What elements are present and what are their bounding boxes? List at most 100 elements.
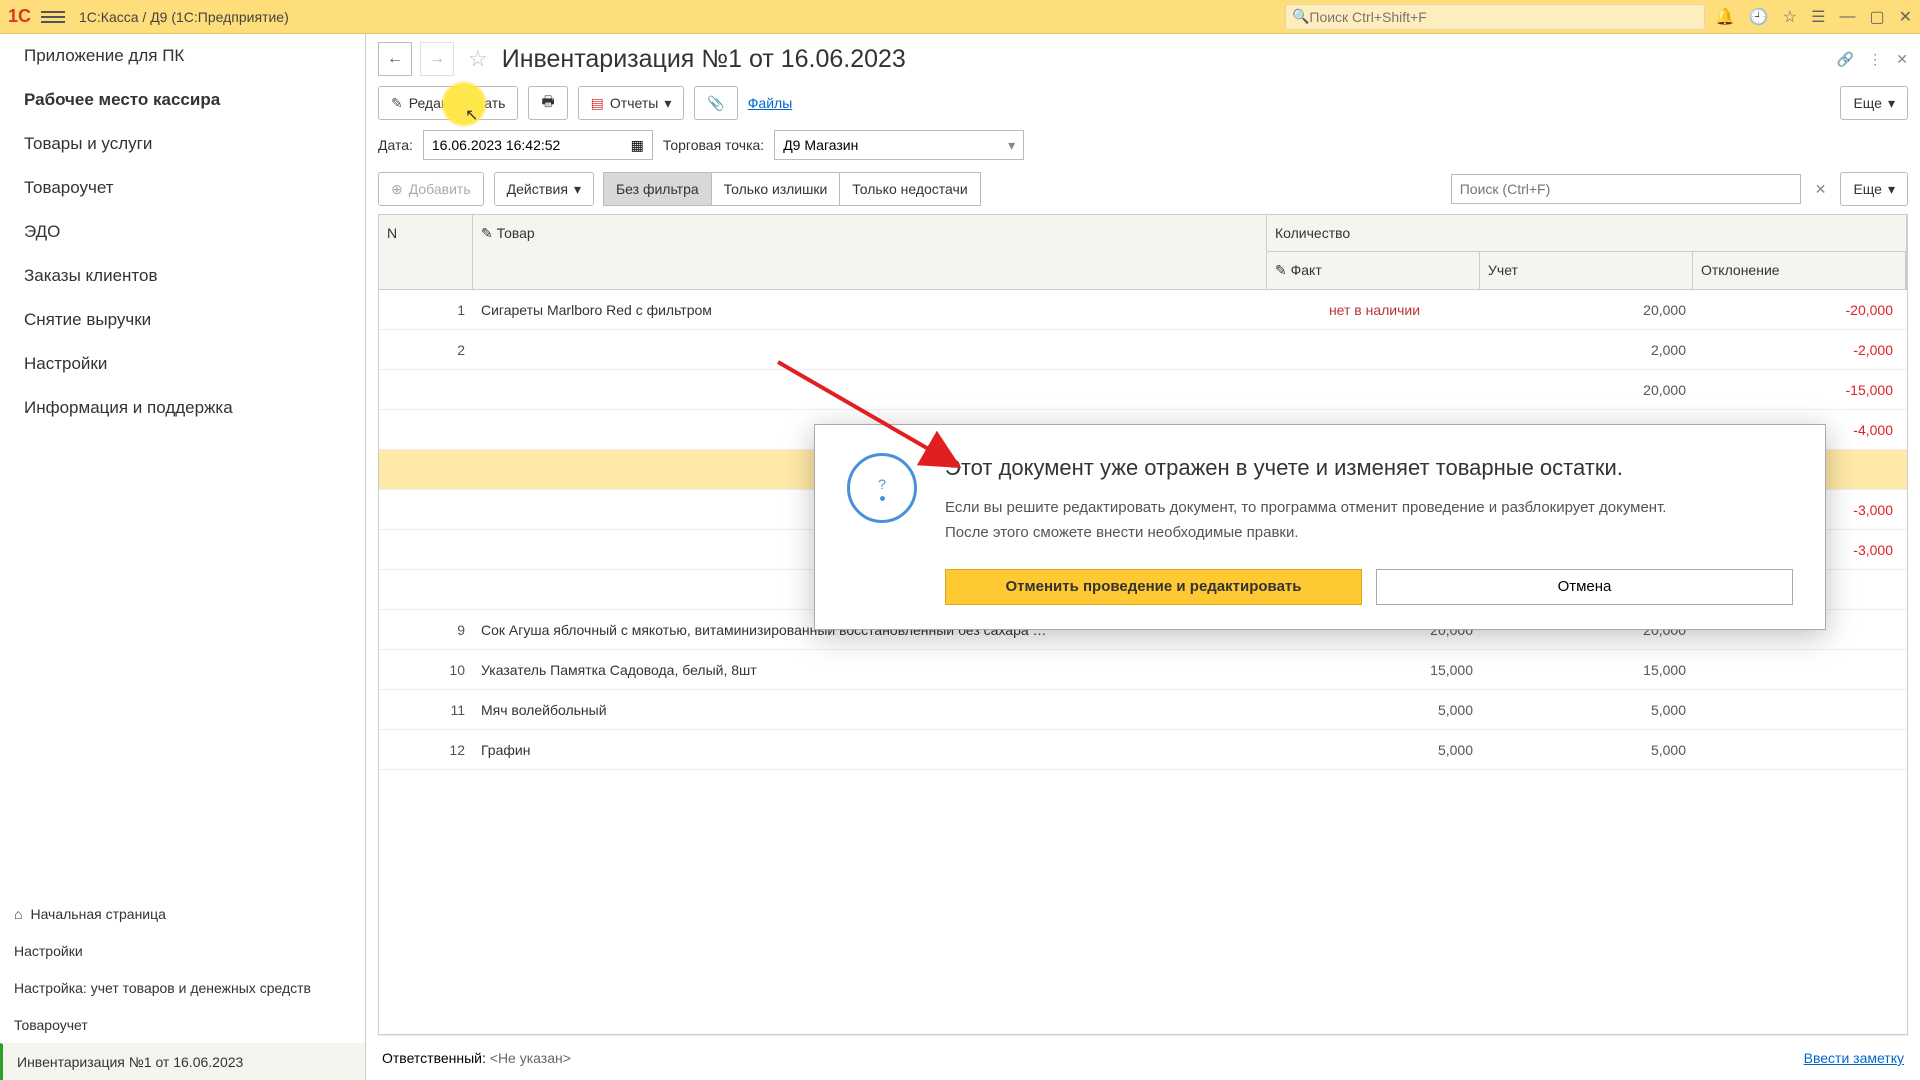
table-row[interactable]: 11Мяч волейбольный5,0005,000 [379,690,1907,730]
sidebar-item[interactable]: Приложение для ПК [0,34,365,78]
pencil-icon: ✎ [481,225,493,241]
store-label: Торговая точка: [663,137,764,153]
settings-lines-icon[interactable]: ☰ [1811,7,1825,27]
files-link[interactable]: Файлы [748,95,792,111]
table-search-input[interactable] [1460,181,1792,197]
cell-uchet: 15,000 [1481,662,1694,678]
dialog-headline: Этот документ уже отражен в учете и изме… [945,453,1666,483]
dialog-cancel-button[interactable]: Отмена [1376,569,1793,605]
cell-n: 1 [379,302,473,318]
sidebar-item[interactable]: Рабочее место кассира [0,78,365,122]
sidebar: Приложение для ПКРабочее место кассираТо… [0,34,366,1080]
col-tovar-label: Товар [497,225,535,241]
cell-fact: нет в наличии [1268,302,1481,318]
nav-back-button[interactable]: ← [378,42,412,76]
cell-dev: -2,000 [1694,342,1907,358]
col-qty-group: Количество ✎ Факт Учет Отклонение [1267,215,1907,289]
search-icon: 🔍 [1292,8,1309,25]
date-value: 16.06.2023 16:42:52 [432,137,560,153]
cell-uchet: 5,000 [1481,702,1694,718]
print-button[interactable]: 🖶 [528,86,567,120]
attach-button[interactable]: 📎 [694,86,737,120]
cell-n: 10 [379,662,473,678]
more-button-2-label: Еще [1853,181,1882,197]
maximize-icon[interactable]: ▢ [1869,7,1884,27]
sidebar-item[interactable]: Товары и услуги [0,122,365,166]
sidebar-bottom-label: Начальная страница [30,906,165,922]
app-logo-icon: 1C [8,6,31,27]
clear-search-icon[interactable]: ✕ [1809,181,1833,198]
table-row[interactable]: 1Сигареты Marlboro Red с фильтромнет в н… [379,290,1907,330]
sidebar-bottom-item[interactable]: Товароучет [0,1006,365,1043]
cell-n: 12 [379,742,473,758]
add-button[interactable]: ⊕ Добавить [378,172,484,206]
nav-forward-button[interactable]: → [420,42,454,76]
edit-button-label: Редактировать [409,95,506,111]
table-search[interactable] [1451,174,1801,204]
sidebar-bottom-item[interactable]: Инвентаризация №1 от 16.06.2023 [0,1043,365,1080]
cell-n: 2 [379,342,473,358]
cell-dev: -15,000 [1694,382,1907,398]
sidebar-item[interactable]: ЭДО [0,210,365,254]
favorite-star-icon[interactable]: ☆ [468,46,488,72]
table-row[interactable]: 20,000-15,000 [379,370,1907,410]
global-search-input[interactable] [1309,9,1698,25]
filter-shortage-button[interactable]: Только недостачи [839,172,980,206]
question-icon: ? [847,453,917,523]
calendar-icon[interactable]: ▦ [631,137,644,154]
link-icon[interactable]: 🔗 [1837,51,1854,68]
sidebar-bottom-item[interactable]: Настройка: учет товаров и денежных средс… [0,969,365,1006]
dialog-body-1: Если вы решите редактировать документ, т… [945,497,1666,518]
sidebar-bottom-item[interactable]: ⌂ Начальная страница [0,895,365,932]
more-button-1[interactable]: Еще ▾ [1840,86,1908,120]
table-row[interactable]: 22,000-2,000 [379,330,1907,370]
table-row[interactable]: 12Графин5,0005,000 [379,730,1907,770]
filter-surplus-button[interactable]: Только излишки [711,172,841,206]
chevron-down-icon: ▾ [664,95,671,112]
table-row[interactable]: 10Указатель Памятка Садовода, белый, 8шт… [379,650,1907,690]
sidebar-item[interactable]: Товароучет [0,166,365,210]
store-combo[interactable]: Д9 Магазин ▾ [774,130,1024,160]
sidebar-item[interactable]: Настройки [0,342,365,386]
more-button-2[interactable]: Еще ▾ [1840,172,1908,206]
hamburger-icon[interactable] [41,5,65,29]
filter-none-button[interactable]: Без фильтра [603,172,712,206]
edit-button[interactable]: ✎ Редактировать ↖ [378,86,518,120]
reports-button[interactable]: ▤ Отчеты ▾ [578,86,685,120]
close-icon[interactable]: ✕ [1899,7,1912,27]
home-icon: ⌂ [14,906,22,922]
more-button-1-label: Еще [1853,95,1882,111]
cell-fact: 5,000 [1268,742,1481,758]
col-qty-label: Количество [1267,215,1906,252]
col-n[interactable]: N [379,215,473,289]
date-input[interactable]: 16.06.2023 16:42:52 ▦ [423,130,653,160]
col-tovar[interactable]: ✎ Товар [473,215,1267,289]
actions-button[interactable]: Действия ▾ [494,172,594,206]
global-search[interactable]: 🔍 [1285,4,1705,30]
col-dev[interactable]: Отклонение [1693,252,1906,289]
report-icon: ▤ [591,95,604,112]
cell-name: Указатель Памятка Садовода, белый, 8шт [473,662,1268,678]
responsible-label: Ответственный: [382,1050,486,1066]
chevron-down-icon: ▾ [1888,95,1895,112]
pencil-icon: ✎ [1275,262,1287,278]
kebab-icon[interactable]: ⋮ [1868,51,1882,68]
minimize-icon[interactable]: — [1839,8,1855,26]
dialog-primary-button[interactable]: Отменить проведение и редактировать [945,569,1362,605]
date-label: Дата: [378,137,413,153]
col-uchet[interactable]: Учет [1480,252,1693,289]
sidebar-item[interactable]: Информация и поддержка [0,386,365,430]
sidebar-item[interactable]: Заказы клиентов [0,254,365,298]
add-note-link[interactable]: Ввести заметку [1804,1050,1904,1066]
store-value: Д9 Магазин [783,137,858,153]
sidebar-bottom-label: Настройки [14,943,83,959]
cell-uchet: 5,000 [1481,742,1694,758]
star-icon[interactable]: ☆ [1783,7,1797,27]
sidebar-item[interactable]: Снятие выручки [0,298,365,342]
bell-icon[interactable]: 🔔 [1715,7,1735,27]
col-fact[interactable]: ✎ Факт [1267,252,1480,289]
close-panel-icon[interactable]: ✕ [1896,51,1908,68]
sidebar-bottom-item[interactable]: Настройки [0,932,365,969]
responsible-value: <Не указан> [490,1050,571,1066]
history-icon[interactable]: 🕘 [1749,7,1769,27]
